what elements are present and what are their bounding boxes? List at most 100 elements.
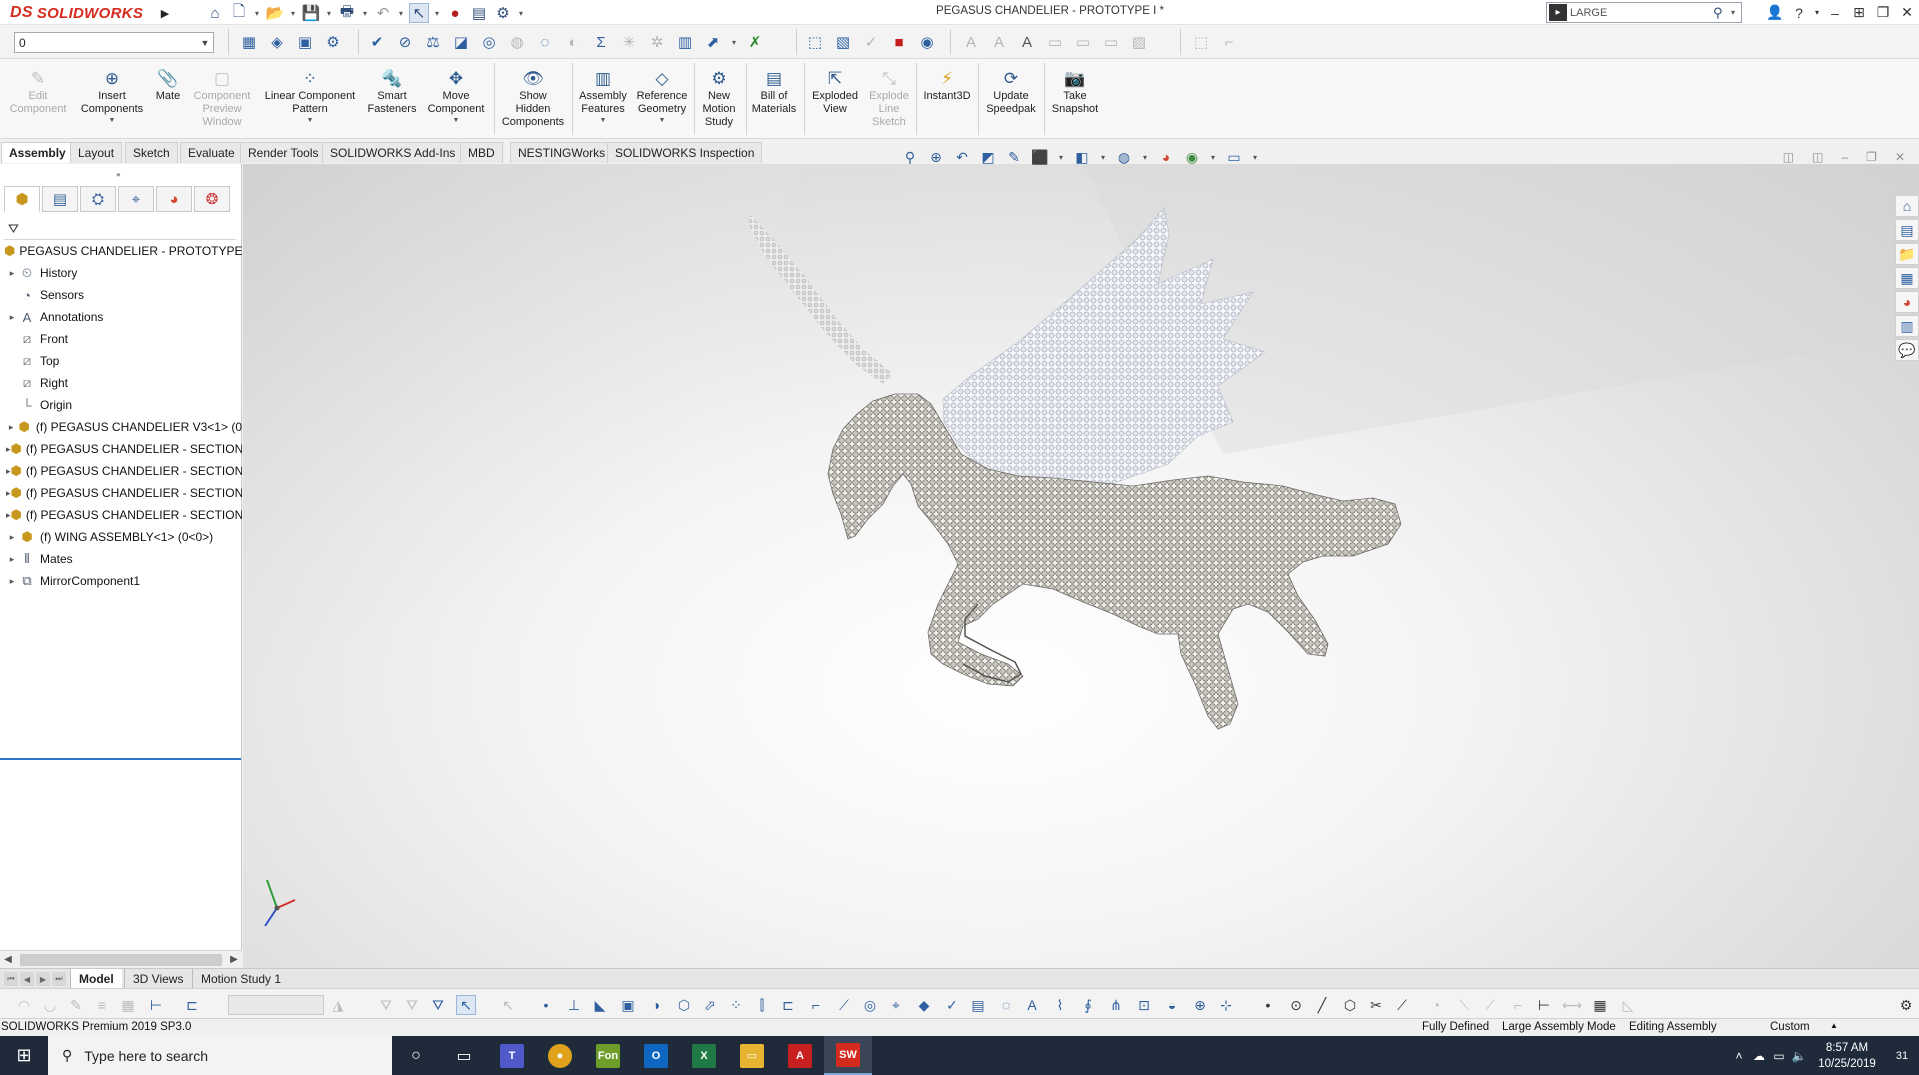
appearances-scenes-icon[interactable]: ◕ [1895,291,1919,313]
file-properties-icon[interactable]: ▤ [469,3,489,23]
hatch-icon[interactable]: ▨ [1128,31,1150,53]
tab-nestingworks[interactable]: NESTINGWorks [510,142,614,163]
previous-view-icon[interactable]: ↶ [952,147,972,167]
select-arrow-icon[interactable]: ↖ [456,995,476,1015]
projected-curve-icon[interactable]: ⊡ [1134,995,1154,1015]
filter-funnel-icon[interactable]: ⛛ [8,221,19,237]
split-line-icon[interactable]: ◒ [1162,995,1182,1015]
tree-item-annotations[interactable]: ▸ A Annotations [0,306,242,328]
solidworks-resources-icon[interactable]: ⌂ [1895,195,1919,217]
inspection-icon[interactable]: ▧ [832,31,854,53]
reference-geometry-button[interactable]: ◇ Reference Geometry ▼ [632,67,692,125]
sketch-point-icon[interactable]: • [1258,995,1278,1015]
edit-component-button[interactable]: ✎ Edit Component [8,67,68,116]
horizontal-scrollbar[interactable]: ◀ ▶ [0,950,242,968]
ruler-icon[interactable]: ◺ [1618,995,1638,1015]
spline-icon[interactable]: ◔ [1426,995,1446,1015]
display-state-icon[interactable]: ▦ [238,31,260,53]
quick-snap-icon[interactable]: ⊏ [182,995,202,1015]
display-manager-tab-icon[interactable]: ◕ [156,186,192,212]
balloon-icon[interactable]: A [988,31,1010,53]
bill-of-materials-button[interactable]: ▤ Bill of Materials [746,67,802,116]
first-tab-icon[interactable]: ⏮ [4,972,18,986]
view-palette-icon[interactable]: ▦ [1895,267,1919,289]
search-input[interactable] [1570,6,1713,19]
trim-entities-icon[interactable]: ✂ [1366,995,1386,1015]
instant3d-button[interactable]: ⚡ Instant3D [918,67,976,103]
spell-check-icon[interactable]: ✔ [366,31,388,53]
rib-icon[interactable]: ⌐ [806,995,826,1015]
menu-expand-arrow-icon[interactable]: ▶ [158,3,172,23]
line-icon[interactable]: ╱ [1312,995,1332,1015]
chevron-down-icon[interactable]: ▼ [600,116,607,125]
custom-properties-icon[interactable]: ▥ [1895,315,1919,337]
apply-scene-dropdown-icon[interactable]: ▾ [1208,147,1218,167]
solidworks-app[interactable]: SW [824,1036,872,1075]
tile-windows-icon[interactable]: ⊞ [1847,0,1871,25]
tab-assembly[interactable]: Assembly [1,142,74,163]
viewport-tile-left-icon[interactable]: ◫ [1783,150,1794,164]
restore-icon[interactable]: ❐ [1871,0,1895,25]
smart-fasteners-button[interactable]: 🔩 Smart Fasteners [362,67,422,116]
filter-icon[interactable]: ⛛ [376,995,396,1015]
view-orientation-icon[interactable]: ⬛ [1030,147,1050,167]
tab-solidworks-inspection[interactable]: SOLIDWORKS Inspection [607,142,763,163]
expand-arrow-icon[interactable]: ▸ [6,532,18,543]
tab-evaluate[interactable]: Evaluate [180,142,243,163]
cortana-icon[interactable]: ○ [392,1036,440,1075]
filter-combo[interactable] [228,995,324,1015]
dimension-icon[interactable]: ⟷ [1562,995,1582,1015]
tab-render-tools[interactable]: Render Tools [240,142,327,163]
mass-properties-icon[interactable]: ⚖ [422,31,444,53]
flex-icon[interactable]: ◆ [914,995,934,1015]
help-dropdown-icon[interactable]: ▾ [1811,0,1823,25]
minimize-icon[interactable]: – [1823,0,1847,25]
tab-sketch[interactable]: Sketch [125,142,178,163]
clearance-icon[interactable]: ◍ [506,31,528,53]
tree-item-origin[interactable]: └ Origin [0,394,242,416]
bom-check-icon[interactable]: ✗ [744,31,766,53]
fillet-icon[interactable]: ◠ [14,995,34,1015]
design-library-icon[interactable]: ▤ [1895,219,1919,241]
chevron-down-icon[interactable]: ▼ [453,116,460,125]
arc-icon[interactable]: ⟋ [1480,995,1500,1015]
apply-scene-icon[interactable]: ◉ [1182,147,1202,167]
coordinate-system-icon[interactable]: ⊹ [1216,995,1236,1015]
notification-count[interactable]: 31 [1885,1050,1919,1062]
viewport-minimize-icon[interactable]: – [1841,150,1848,164]
take-snapshot-button[interactable]: 📷 Take Snapshot [1046,67,1104,116]
chrome-app[interactable]: ● [536,1036,584,1075]
grid-icon[interactable]: ▦ [1590,995,1610,1015]
polygon-icon[interactable]: ⬡ [1340,995,1360,1015]
display-style-icon[interactable]: ◧ [1072,147,1092,167]
configuration-select[interactable]: 0 ▼ [14,32,214,53]
exploded-view-button[interactable]: ⇱ Exploded View [806,67,864,116]
unit-system-dropdown-icon[interactable]: ▲ [1830,1021,1838,1030]
taskbar-search[interactable]: ⚲ Type here to search [48,1036,392,1075]
loft-icon[interactable]: ⬀ [700,995,720,1015]
chevron-down-icon[interactable]: ▼ [197,38,213,48]
property-manager-tab-icon[interactable]: ▤ [42,186,78,212]
slot-icon[interactable]: ⟍ [1454,995,1474,1015]
equations-sigma-icon[interactable]: Σ [590,31,612,53]
expand-arrow-icon[interactable]: ▸ [6,422,16,433]
file-explorer-icon[interactable]: 📁 [1895,243,1919,265]
zoom-to-area-icon[interactable]: ⊕ [926,147,946,167]
compare-icon[interactable]: ◐ [562,31,584,53]
layout-icon[interactable]: ⬚ [1190,31,1212,53]
tree-item-component[interactable]: ▸ ⬢ (f) PEGASUS CHANDELIER - SECTION [0,482,242,504]
tree-item-top-plane[interactable]: ⧄ Top [0,350,242,372]
excel-app[interactable]: X [680,1036,728,1075]
chevron-down-icon[interactable]: ▼ [307,116,314,125]
route-icon[interactable]: ⌐ [1218,31,1240,53]
assembly-features-button[interactable]: ▥ Assembly Features ▼ [574,67,632,125]
publish-icon[interactable]: ◉ [916,31,938,53]
coordinate-triad[interactable] [255,876,315,936]
save-icon[interactable]: 💾 [301,3,321,23]
tree-item-sensors[interactable]: ◔ Sensors [0,284,242,306]
tree-item-component[interactable]: ▸ ⬢ (f) PEGASUS CHANDELIER V3<1> (0 [0,416,242,438]
weld-icon[interactable]: ▭ [1072,31,1094,53]
explode-line-sketch-button[interactable]: ⤡ Explode Line Sketch [864,67,914,129]
pegasus-model-view[interactable] [243,164,1919,968]
fon-app[interactable]: Fon [584,1036,632,1075]
